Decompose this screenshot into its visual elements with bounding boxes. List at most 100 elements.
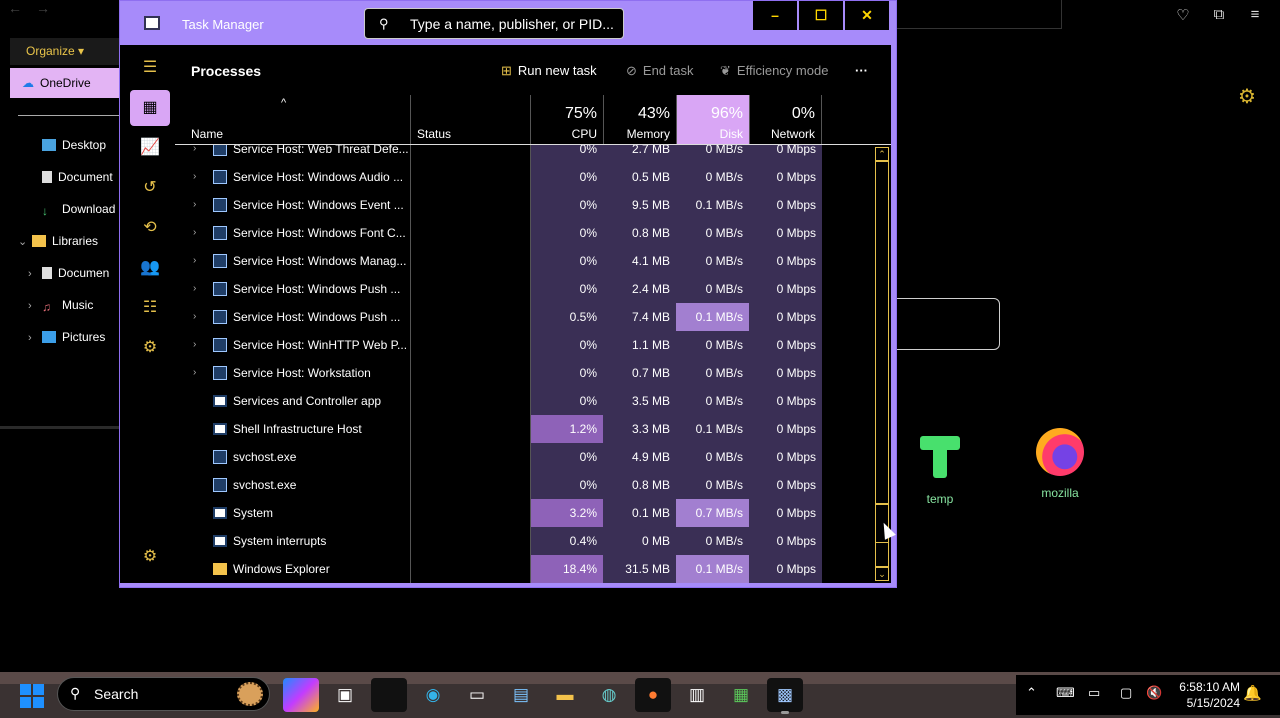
services-tab-icon[interactable]: ⚙ — [130, 330, 170, 366]
notepad-icon[interactable]: ▥ — [679, 678, 715, 712]
table-row[interactable]: svchost.exe 0% 4.9 MB 0 MB/s 0 Mbps — [175, 443, 875, 471]
table-row[interactable]: › Service Host: Web Threat Defe... 0% 2.7 M… — [175, 145, 875, 163]
chevron-right-icon[interactable]: › — [193, 303, 196, 331]
maximize-button[interactable]: ☐ — [799, 1, 843, 30]
task-manager-taskbar-icon[interactable]: ▩ — [767, 678, 803, 714]
menu-icon[interactable]: ≡ — [1244, 6, 1266, 26]
column-header-cpu[interactable]: 75% CPU — [530, 95, 603, 145]
blank-app-icon[interactable] — [371, 678, 407, 712]
table-row[interactable]: › Service Host: Windows Event ... 0% 9.5 MB… — [175, 191, 875, 219]
spreadsheet-icon[interactable]: ▦ — [723, 678, 759, 712]
column-header-status[interactable]: Status — [410, 95, 530, 145]
pocket-icon[interactable]: ♡ — [1172, 6, 1194, 26]
nav-item-onedrive[interactable]: ☁ OneDrive — [10, 68, 125, 98]
table-row[interactable]: › Service Host: Workstation 0% 0.7 MB 0 MB/s… — [175, 359, 875, 387]
column-header-name[interactable]: ^ Name — [175, 95, 410, 145]
more-options-button[interactable]: ··· — [855, 63, 868, 78]
chevron-right-icon[interactable]: › — [28, 300, 42, 312]
desktop-shortcut-mozilla[interactable]: mozilla — [1020, 428, 1100, 500]
keyboard-icon[interactable]: ⌨ — [1056, 685, 1075, 701]
table-row[interactable]: Windows Explorer 18.4% 31.5 MB 0.1 MB/s 0 Mb… — [175, 555, 875, 583]
app-history-tab-icon[interactable]: ↺ — [130, 170, 170, 206]
nav-item-libraries[interactable]: ⌄ Libraries — [18, 234, 98, 256]
table-row[interactable]: › Service Host: WinHTTP Web P... 0% 1.1 MB 0… — [175, 331, 875, 359]
chevron-right-icon[interactable]: › — [193, 219, 196, 247]
desktop-shortcut-temp[interactable]: temp — [900, 434, 980, 506]
chevron-right-icon[interactable]: › — [193, 145, 196, 163]
chevron-down-icon[interactable]: ⌄ — [18, 235, 32, 248]
table-row[interactable]: › Service Host: Windows Push ... 0% 2.4 MB 0… — [175, 275, 875, 303]
back-arrow-icon[interactable]: ← — [8, 0, 22, 18]
chevron-right-icon[interactable]: › — [28, 332, 42, 344]
chevron-up-icon[interactable]: ⌃ — [1026, 685, 1037, 701]
table-row[interactable]: Shell Infrastructure Host 1.2% 3.3 MB 0.1 M… — [175, 415, 875, 443]
network-globe-icon[interactable]: ◍ — [591, 678, 627, 712]
chevron-right-icon[interactable]: › — [193, 247, 196, 275]
nav-item-library-documents[interactable]: › Documen — [28, 266, 109, 288]
background-input-box[interactable] — [880, 298, 1000, 350]
chevron-right-icon[interactable]: › — [193, 359, 196, 387]
column-header-memory[interactable]: 43% Memory — [603, 95, 676, 145]
notification-bell-icon[interactable]: 🔔 — [1243, 684, 1262, 702]
title-bar[interactable]: Task Manager ⚲ Type a name, publisher, o… — [120, 1, 896, 45]
table-row[interactable]: › Service Host: Windows Font C... 0% 0.8 MB… — [175, 219, 875, 247]
settings-gear-icon[interactable]: ⚙ — [1238, 84, 1260, 108]
startup-apps-tab-icon[interactable]: ⟲ — [130, 210, 170, 246]
chevron-right-icon[interactable]: › — [193, 191, 196, 219]
scroll-down-icon[interactable]: ⌄ — [875, 567, 889, 581]
table-row[interactable]: Services and Controller app 0% 3.5 MB 0 MB/… — [175, 387, 875, 415]
hamburger-menu-icon[interactable]: ☰ — [130, 50, 170, 86]
nav-item-music[interactable]: › ♫ Music — [28, 298, 93, 320]
service-gear-icon — [213, 198, 227, 212]
chevron-right-icon[interactable]: › — [193, 163, 196, 191]
extensions-icon[interactable]: ⧉ — [1208, 6, 1230, 26]
clock[interactable]: 6:58:10 AM 5/15/2024 — [1170, 679, 1240, 711]
browser-address-bar[interactable] — [895, 0, 1062, 29]
table-row[interactable]: System 3.2% 0.1 MB 0.7 MB/s 0 Mbps — [175, 499, 875, 527]
processes-tab-icon[interactable]: ▦ — [130, 90, 170, 126]
task-view-icon[interactable]: ▣ — [327, 678, 363, 712]
efficiency-mode-button[interactable]: ❦ Efficiency mode — [720, 63, 828, 79]
edge-icon[interactable]: ◉ — [415, 678, 451, 712]
search-input[interactable]: ⚲ Type a name, publisher, or PID... — [364, 8, 624, 39]
minimize-button[interactable]: – — [753, 1, 797, 30]
scroll-up-icon[interactable]: ⌃ — [875, 147, 889, 161]
control-panel-icon[interactable]: ▤ — [503, 678, 539, 712]
process-name: Shell Infrastructure Host — [175, 415, 410, 443]
volume-muted-icon[interactable]: 🔇 — [1146, 685, 1162, 701]
organize-button[interactable]: Organize ▾ — [10, 38, 125, 65]
taskbar-search[interactable]: ⚲ Search — [57, 677, 270, 711]
table-row[interactable]: svchost.exe 0% 0.8 MB 0 MB/s 0 Mbps — [175, 471, 875, 499]
start-button[interactable] — [20, 684, 44, 708]
settings-icon[interactable]: ⚙ — [130, 539, 170, 575]
performance-tab-icon[interactable]: 📈 — [130, 130, 170, 166]
vertical-scrollbar[interactable]: ⌃ ⌄ — [873, 145, 891, 583]
forward-arrow-icon[interactable]: → — [36, 0, 50, 18]
network-icon[interactable]: ▢ — [1120, 685, 1132, 701]
chevron-right-icon[interactable]: › — [28, 268, 42, 280]
details-tab-icon[interactable]: ☷ — [130, 290, 170, 326]
display-icon[interactable]: ▭ — [1088, 685, 1100, 701]
nav-item-downloads[interactable]: ↓ Download — [42, 202, 115, 224]
nav-item-documents[interactable]: Document — [42, 170, 113, 192]
column-header-network[interactable]: 0% Network — [749, 95, 822, 145]
firefox-taskbar-icon[interactable]: ● — [635, 678, 671, 712]
chevron-right-icon[interactable]: › — [193, 331, 196, 359]
users-tab-icon[interactable]: 👥 — [130, 250, 170, 286]
table-row[interactable]: System interrupts 0.4% 0 MB 0 MB/s 0 Mbps — [175, 527, 875, 555]
close-button[interactable]: ✕ — [845, 1, 889, 30]
terminal-icon[interactable]: ▭ — [459, 678, 495, 712]
pictures-icon — [42, 331, 56, 343]
copilot-icon[interactable] — [283, 678, 319, 712]
nav-item-pictures[interactable]: › Pictures — [28, 330, 105, 352]
table-row[interactable]: › Service Host: Windows Manag... 0% 4.1 MB 0… — [175, 247, 875, 275]
memory-value: 0.8 MB — [603, 471, 676, 499]
chevron-right-icon[interactable]: › — [193, 275, 196, 303]
nav-item-desktop[interactable]: Desktop — [42, 138, 106, 160]
table-row[interactable]: › Service Host: Windows Audio ... 0% 0.5 MB… — [175, 163, 875, 191]
file-explorer-icon[interactable]: ▬ — [547, 678, 583, 712]
table-row[interactable]: › Service Host: Windows Push ... 0.5% 7.4 M… — [175, 303, 875, 331]
end-task-button[interactable]: ⊘ End task — [626, 63, 694, 79]
column-header-disk[interactable]: 96% Disk — [676, 95, 749, 145]
run-new-task-button[interactable]: ⊞ Run new task — [501, 63, 597, 79]
